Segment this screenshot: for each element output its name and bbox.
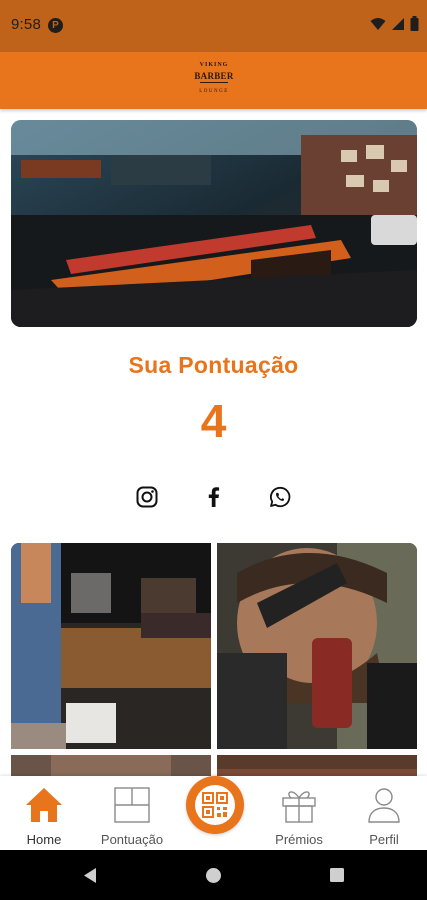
back-icon[interactable]: [82, 867, 98, 889]
system-icons: [370, 16, 419, 36]
app-bar: VIKING BARBER LOUNGE: [0, 52, 427, 109]
app-screen: 9:58 P VIKING BARBER LOUNGE Sua Pontuaçã…: [0, 0, 427, 900]
social-links: [0, 484, 427, 514]
logo-line-main: BARBER: [194, 71, 234, 81]
score-value: 4: [200, 395, 227, 447]
photo-gallery: [11, 543, 417, 776]
wifi-icon: [370, 17, 386, 36]
gallery-photo[interactable]: [217, 543, 417, 749]
score-title: Sua Pontuação: [128, 352, 299, 378]
home-circle-icon[interactable]: [205, 867, 222, 889]
status-bar: 9:58 P: [0, 0, 427, 52]
scan-qr-button[interactable]: [186, 776, 244, 834]
gallery-photo[interactable]: [11, 755, 211, 776]
gift-icon: [279, 786, 319, 829]
person-icon: [364, 786, 404, 829]
battery-icon: [410, 16, 419, 36]
layout-icon: [112, 786, 152, 829]
qr-code-icon: [195, 785, 235, 825]
home-icon: [24, 786, 64, 829]
nav-pontuacao-label: Pontuação: [100, 832, 164, 847]
logo-divider: [200, 82, 228, 83]
hero-image: [11, 120, 417, 327]
brand-logo: VIKING BARBER LOUNGE: [192, 60, 236, 102]
facebook-icon[interactable]: [201, 484, 227, 510]
status-time: 9:58: [11, 16, 41, 33]
nav-perfil[interactable]: Perfil: [350, 776, 418, 850]
nav-home[interactable]: Home: [6, 776, 82, 850]
gallery-photo[interactable]: [11, 543, 211, 749]
signal-icon: [391, 17, 405, 36]
logo-line-bottom: LOUNGE: [199, 89, 229, 94]
nav-premios[interactable]: Prémios: [260, 776, 338, 850]
gallery-photo[interactable]: [217, 755, 417, 776]
instagram-icon[interactable]: [134, 484, 160, 510]
nav-premios-label: Prémios: [275, 832, 323, 847]
system-navigation-bar: [0, 850, 427, 900]
nav-home-label: Home: [26, 832, 62, 847]
whatsapp-icon[interactable]: [267, 484, 293, 510]
logo-line-top: VIKING: [199, 62, 229, 68]
app-notification-icon: P: [48, 18, 63, 33]
nav-pontuacao[interactable]: Pontuação: [90, 776, 174, 850]
nav-perfil-label: Perfil: [369, 832, 399, 847]
recents-icon[interactable]: [329, 867, 345, 888]
